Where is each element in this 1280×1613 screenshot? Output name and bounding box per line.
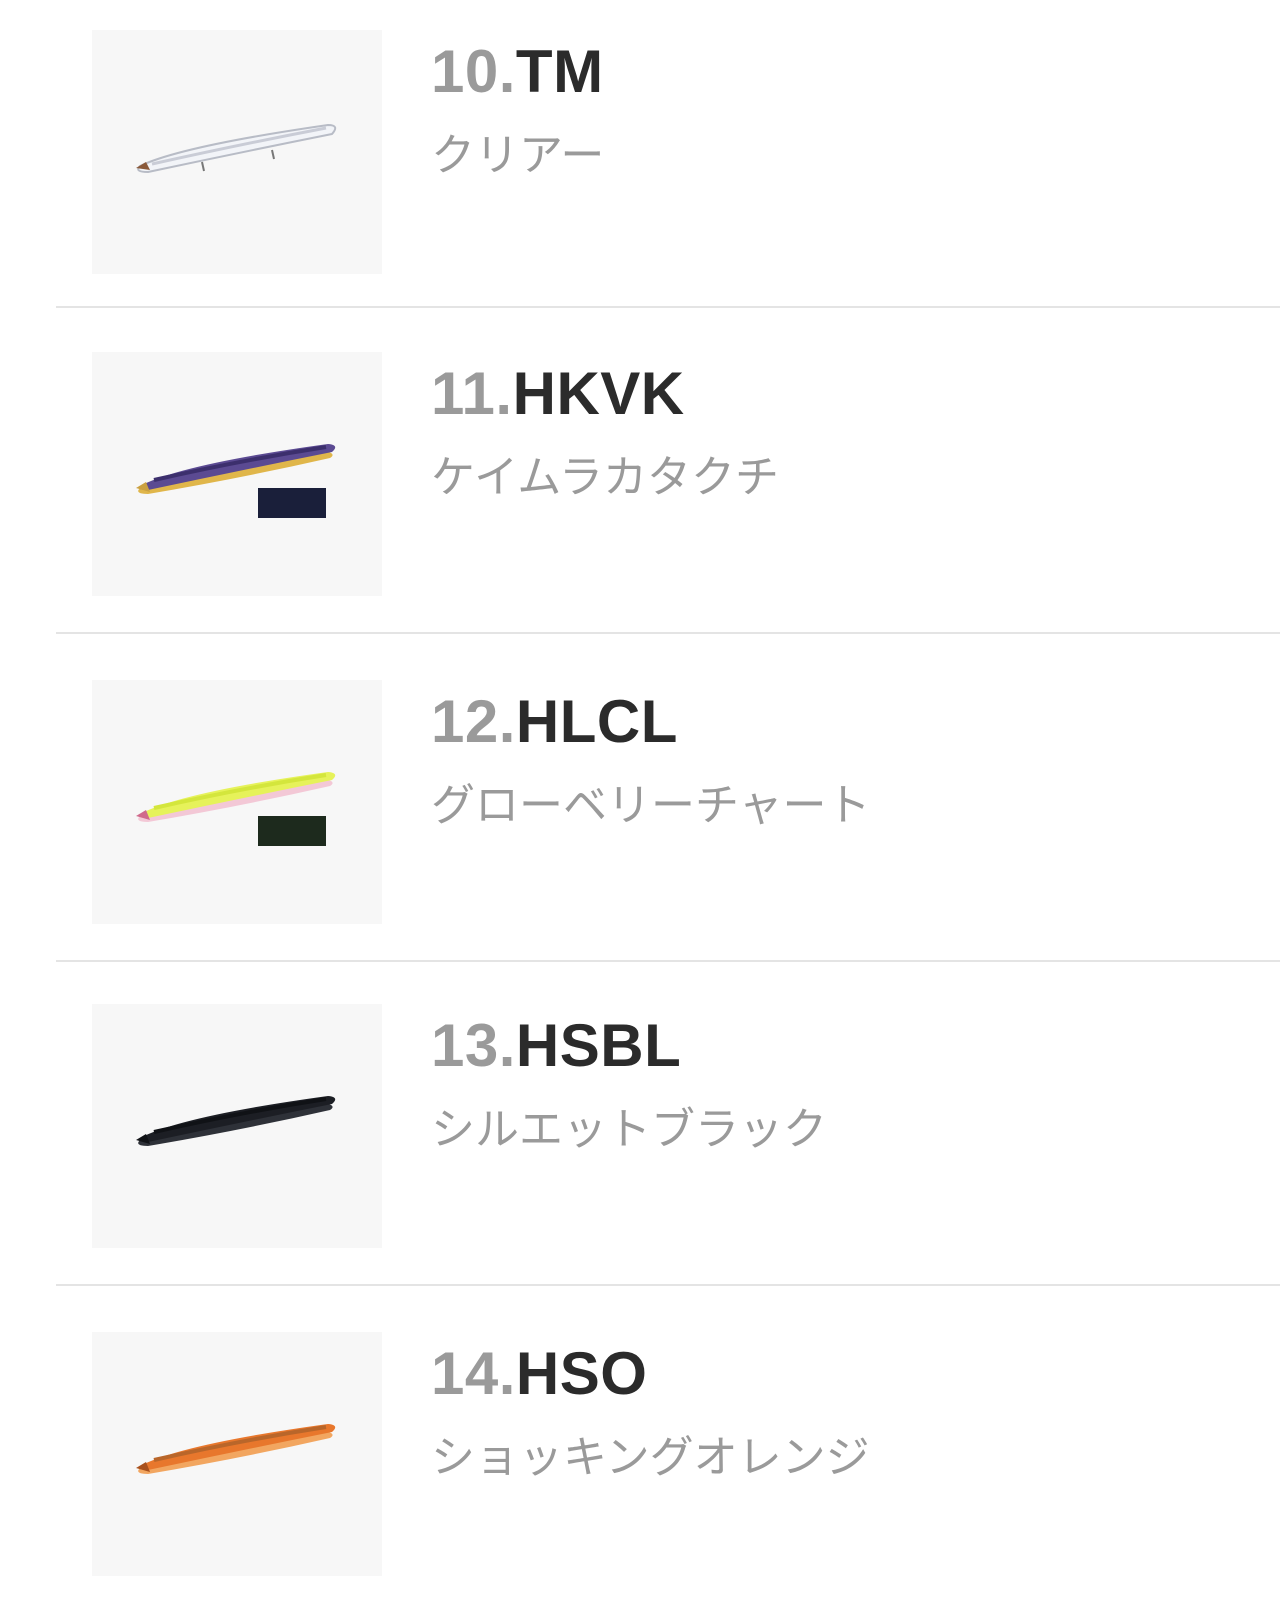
color-name: ケイムラカタクチ: [431, 452, 780, 503]
color-code-title: 14.HSO: [431, 1338, 647, 1410]
lure-thumbnail[interactable]: [92, 680, 382, 924]
item-number: 10.: [431, 38, 516, 105]
item-number: 11.: [431, 360, 513, 427]
color-name: シルエットブラック: [431, 1104, 827, 1155]
lure-image: [136, 123, 337, 174]
lure-image: [136, 444, 336, 518]
item-code: HSBL: [515, 1012, 682, 1079]
color-code-title: 12.HLCL: [431, 686, 678, 758]
color-code-title: 13.HSBL: [431, 1010, 681, 1082]
divider: [56, 1284, 1280, 1286]
list-item[interactable]: 14.HSO ショッキングオレンジ: [56, 1332, 1280, 1612]
item-code: HKVK: [512, 360, 685, 427]
lure-image: [136, 772, 336, 846]
divider: [56, 632, 1280, 634]
item-code: HSO: [515, 1340, 648, 1407]
item-code: HLCL: [515, 688, 678, 755]
list-item[interactable]: 12.HLCL グローベリーチャート: [56, 680, 1280, 960]
lure-image: [136, 1096, 336, 1146]
item-number: 13.: [431, 1012, 516, 1079]
color-code-title: 10.TM: [431, 36, 604, 108]
lure-thumbnail[interactable]: [92, 1332, 382, 1576]
color-variant-list: 10.TM クリアー 11.HKVK ケイムラカタクチ 12.HLCL グローベ…: [0, 0, 1280, 1613]
lure-image: [136, 1424, 336, 1474]
color-name: グローベリーチャート: [431, 780, 871, 831]
list-item[interactable]: 10.TM クリアー: [56, 30, 1280, 310]
color-code-title: 11.HKVK: [431, 358, 685, 430]
lure-thumbnail[interactable]: [92, 352, 382, 596]
item-number: 12.: [431, 688, 516, 755]
divider: [56, 306, 1280, 308]
list-item[interactable]: 11.HKVK ケイムラカタクチ: [56, 352, 1280, 632]
color-name: ショッキングオレンジ: [431, 1432, 870, 1483]
item-code: TM: [515, 38, 604, 105]
divider: [56, 960, 1280, 962]
color-name: クリアー: [431, 130, 605, 181]
list-item[interactable]: 13.HSBL シルエットブラック: [56, 1004, 1280, 1284]
item-number: 14.: [431, 1340, 516, 1407]
lure-thumbnail[interactable]: [92, 1004, 382, 1248]
lure-thumbnail[interactable]: [92, 30, 382, 274]
